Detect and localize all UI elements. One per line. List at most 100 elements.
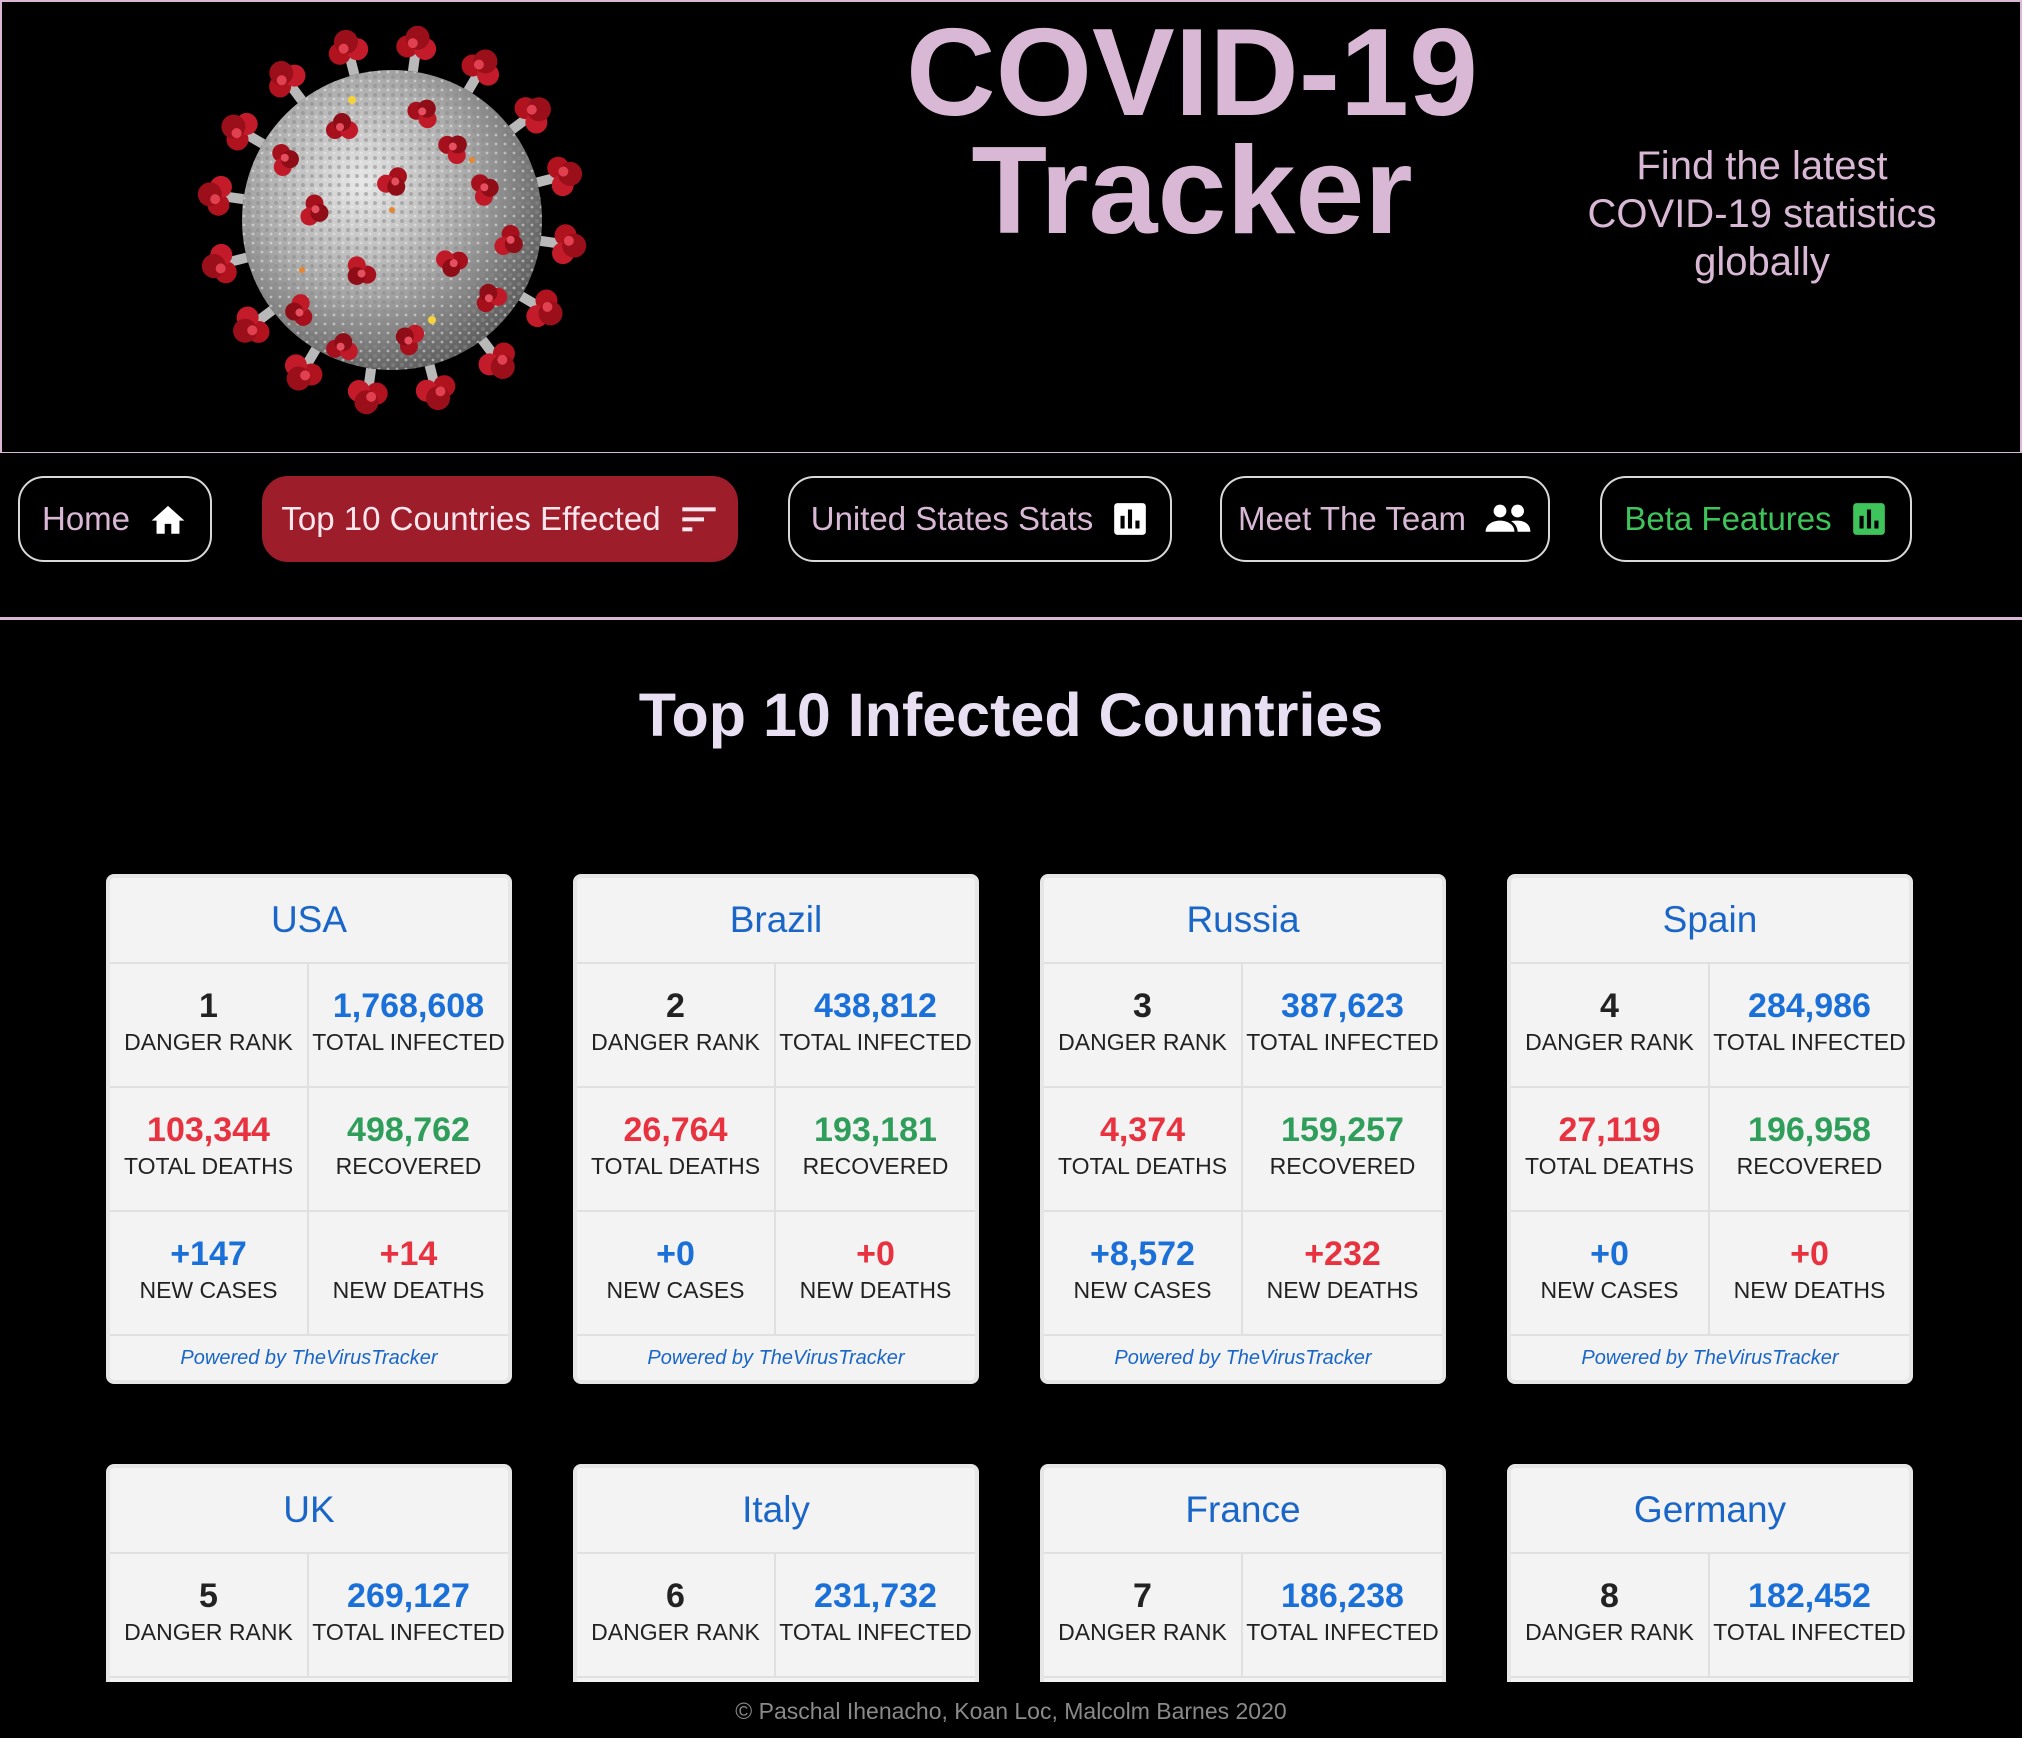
stat-total-infected: 387,623 TOTAL INFECTED [1243, 964, 1442, 1088]
stats-grid: 2 DANGER RANK 438,812 TOTAL INFECTED 26,764 T… [577, 964, 975, 1336]
new-deaths-label: NEW DEATHS [1266, 1277, 1419, 1303]
nav-home-button[interactable]: Home [18, 476, 212, 562]
stat-total-infected: 438,812 TOTAL INFECTED [776, 964, 975, 1088]
danger-rank-label: DANGER RANK [124, 1029, 293, 1055]
country-name[interactable]: UK [110, 1468, 508, 1554]
tagline: Find the latest COVID-19 statistics glob… [1587, 144, 1937, 284]
total-deaths-label: TOTAL DEATHS [123, 1153, 294, 1179]
country-name[interactable]: Italy [577, 1468, 975, 1554]
sort-icon [681, 507, 716, 532]
country-card: Spain 4 DANGER RANK 284,986 TOTAL INFECTED 27… [1507, 874, 1913, 1384]
country-card: Brazil 2 DANGER RANK 438,812 TOTAL INFECTED 2… [573, 874, 979, 1384]
stat-new-cases: +147 NEW CASES [110, 1212, 309, 1336]
powered-by-link[interactable]: Powered by TheVirusTracker [1511, 1336, 1909, 1380]
danger-rank-value: 5 [199, 1577, 218, 1615]
people-icon [1485, 504, 1531, 532]
stat-recovered: 193,181 RECOVERED [776, 1088, 975, 1212]
country-card: Italy 6 DANGER RANK 231,732 TOTAL INFECTED [573, 1464, 979, 1682]
total-deaths-value: 4,374 [1099, 1111, 1186, 1149]
nav-top10-button[interactable]: Top 10 Countries Effected [262, 476, 738, 562]
stat-new-deaths: +0 NEW DEATHS [1710, 1212, 1909, 1336]
stat-total-infected: 269,127 TOTAL INFECTED [309, 1554, 508, 1678]
new-deaths-value: +232 [1304, 1235, 1381, 1273]
bar-chart-icon [1852, 503, 1885, 535]
stat-total-infected: 231,732 TOTAL INFECTED [776, 1554, 975, 1678]
danger-rank-value: 3 [1133, 987, 1152, 1025]
total-infected-label: TOTAL INFECTED [1713, 1619, 1906, 1645]
new-cases-value: +147 [170, 1235, 247, 1273]
country-name[interactable]: Germany [1511, 1468, 1909, 1554]
stat-danger-rank: 1 DANGER RANK [110, 964, 309, 1088]
recovered-label: RECOVERED [1269, 1153, 1416, 1179]
country-card: USA 1 DANGER RANK 1,768,608 TOTAL INFECTED 10… [106, 874, 512, 1384]
country-name[interactable]: USA [110, 878, 508, 964]
recovered-label: RECOVERED [335, 1153, 482, 1179]
country-name[interactable]: Spain [1511, 878, 1909, 964]
country-name[interactable]: Brazil [577, 878, 975, 964]
coronavirus-image [195, 23, 589, 417]
stat-danger-rank: 8 DANGER RANK [1511, 1554, 1710, 1678]
stat-total-infected: 186,238 TOTAL INFECTED [1243, 1554, 1442, 1678]
site-header: COVID-19 Tracker Find the latest COVID-1… [0, 0, 2022, 455]
recovered-value: 193,181 [814, 1111, 937, 1149]
danger-rank-value: 8 [1600, 1577, 1619, 1615]
danger-rank-value: 6 [666, 1577, 685, 1615]
total-infected-label: TOTAL INFECTED [312, 1619, 505, 1645]
total-deaths-value: 27,119 [1558, 1111, 1661, 1149]
danger-rank-label: DANGER RANK [124, 1619, 293, 1645]
nav-beta-label: Beta Features [1624, 500, 1832, 537]
stats-grid: 5 DANGER RANK 269,127 TOTAL INFECTED [110, 1554, 508, 1678]
stat-danger-rank: 3 DANGER RANK [1044, 964, 1243, 1088]
stat-danger-rank: 4 DANGER RANK [1511, 964, 1710, 1088]
country-card: UK 5 DANGER RANK 269,127 TOTAL INFECTED [106, 1464, 512, 1682]
new-cases-label: NEW CASES [1540, 1277, 1679, 1303]
total-infected-value: 269,127 [347, 1577, 470, 1615]
stat-new-cases: +0 NEW CASES [1511, 1212, 1710, 1336]
stat-recovered: 196,958 RECOVERED [1710, 1088, 1909, 1212]
new-deaths-label: NEW DEATHS [1733, 1277, 1886, 1303]
total-infected-value: 284,986 [1748, 987, 1871, 1025]
nav-team-button[interactable]: Meet The Team [1220, 476, 1550, 562]
stat-total-infected: 1,768,608 TOTAL INFECTED [309, 964, 508, 1088]
country-name[interactable]: France [1044, 1468, 1442, 1554]
title-line-2: Tracker [971, 122, 1413, 260]
nav-team-label: Meet The Team [1237, 500, 1467, 537]
nav-top10-label: Top 10 Countries Effected [281, 500, 661, 537]
nav-beta-button[interactable]: Beta Features [1600, 476, 1912, 562]
new-deaths-value: +14 [379, 1235, 438, 1273]
new-cases-label: NEW CASES [1073, 1277, 1212, 1303]
stat-total-deaths: 26,764 TOTAL DEATHS [577, 1088, 776, 1212]
powered-by-link[interactable]: Powered by TheVirusTracker [577, 1336, 975, 1380]
total-deaths-label: TOTAL DEATHS [1524, 1153, 1695, 1179]
powered-by-link[interactable]: Powered by TheVirusTracker [1044, 1336, 1442, 1380]
danger-rank-label: DANGER RANK [1058, 1619, 1227, 1645]
stats-grid: 8 DANGER RANK 182,452 TOTAL INFECTED [1511, 1554, 1909, 1678]
nav-us-stats-button[interactable]: United States Stats [788, 476, 1172, 562]
powered-by-link[interactable]: Powered by TheVirusTracker [110, 1336, 508, 1380]
new-cases-value: +0 [656, 1235, 695, 1273]
nav-us-stats-label: United States Stats [810, 500, 1094, 537]
new-cases-value: +0 [1590, 1235, 1629, 1273]
stat-total-infected: 182,452 TOTAL INFECTED [1710, 1554, 1909, 1678]
stat-new-cases: +8,572 NEW CASES [1044, 1212, 1243, 1336]
stats-grid: 7 DANGER RANK 186,238 TOTAL INFECTED [1044, 1554, 1442, 1678]
country-name[interactable]: Russia [1044, 878, 1442, 964]
stats-grid: 3 DANGER RANK 387,623 TOTAL INFECTED 4,374 TO… [1044, 964, 1442, 1336]
bar-chart-icon [1114, 503, 1147, 535]
total-infected-value: 186,238 [1281, 1577, 1404, 1615]
total-deaths-value: 26,764 [623, 1111, 728, 1149]
stat-recovered: 498,762 RECOVERED [309, 1088, 508, 1212]
new-deaths-label: NEW DEATHS [332, 1277, 485, 1303]
recovered-value: 196,958 [1748, 1111, 1871, 1149]
total-deaths-value: 103,344 [147, 1111, 270, 1149]
danger-rank-label: DANGER RANK [591, 1029, 760, 1055]
stat-total-deaths: 103,344 TOTAL DEATHS [110, 1088, 309, 1212]
total-infected-label: TOTAL INFECTED [1246, 1029, 1439, 1055]
total-infected-label: TOTAL INFECTED [1246, 1619, 1439, 1645]
total-infected-value: 182,452 [1748, 1577, 1871, 1615]
footer-copyright: © Paschal Ihenacho, Koan Loc, Malcolm Ba… [735, 1698, 1287, 1724]
country-card: Russia 3 DANGER RANK 387,623 TOTAL INFECTED 4… [1040, 874, 1446, 1384]
country-card: France 7 DANGER RANK 186,238 TOTAL INFECTED [1040, 1464, 1446, 1682]
new-deaths-value: +0 [856, 1235, 895, 1273]
danger-rank-value: 4 [1600, 987, 1619, 1025]
